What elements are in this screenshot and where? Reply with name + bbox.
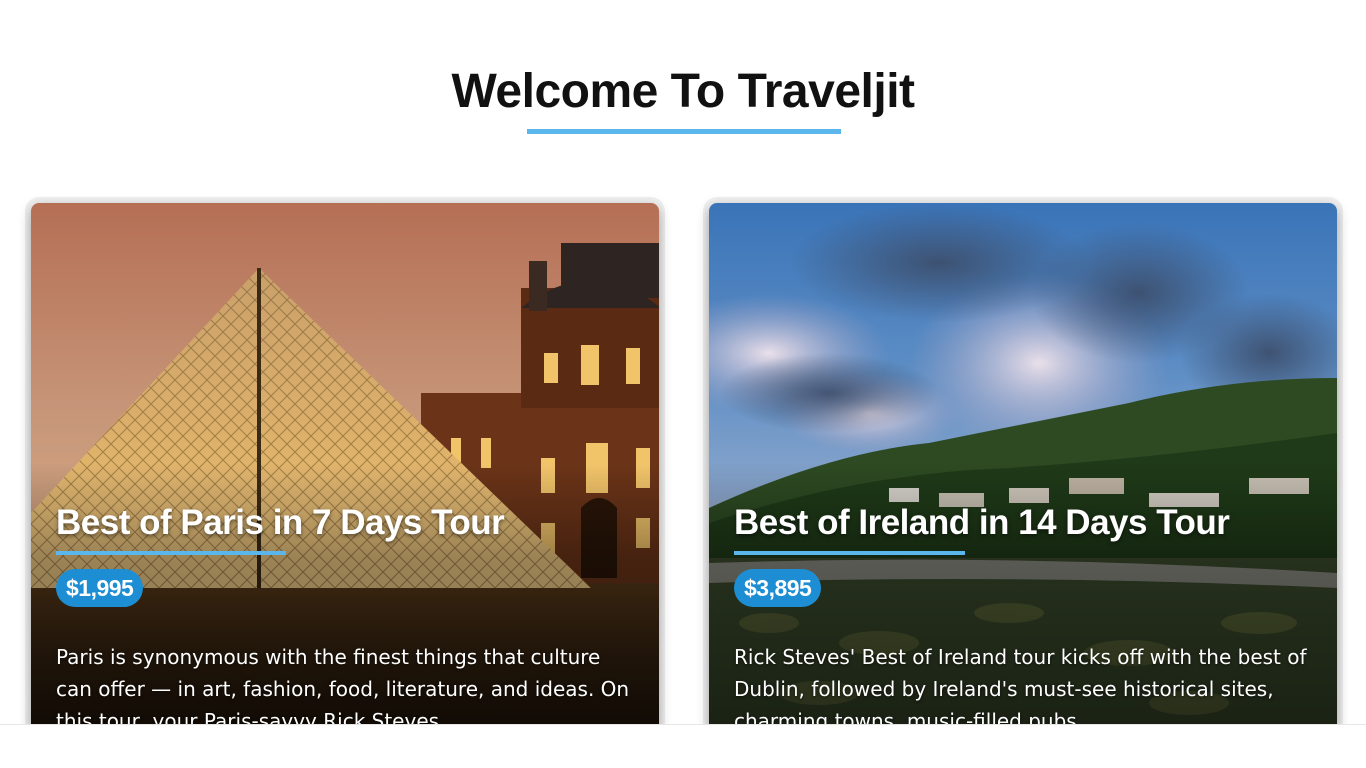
tour-card-paris[interactable]: Best of Paris in 7 Days Tour $1,995 Pari… [31, 203, 659, 733]
price-badge: $3,895 [734, 569, 822, 607]
tour-description: Rick Steves' Best of Ireland tour kicks … [734, 645, 1307, 733]
price-badge: $1,995 [56, 569, 144, 607]
tour-title[interactable]: Best of Ireland in 14 Days Tour [734, 503, 1230, 543]
tour-card-ireland[interactable]: Best of Ireland in 14 Days Tour $3,895 R… [709, 203, 1337, 733]
tour-description: Paris is synonymous with the finest thin… [56, 645, 630, 733]
page: Welcome To Traveljit Best of Paris in 7 … [0, 0, 1366, 768]
bottom-edge [0, 724, 1366, 768]
page-title: Welcome To Traveljit [451, 65, 915, 118]
title-underline [527, 129, 841, 134]
tour-title-underline [56, 551, 286, 555]
tour-title-underline [734, 551, 965, 555]
tour-title[interactable]: Best of Paris in 7 Days Tour [56, 503, 505, 543]
